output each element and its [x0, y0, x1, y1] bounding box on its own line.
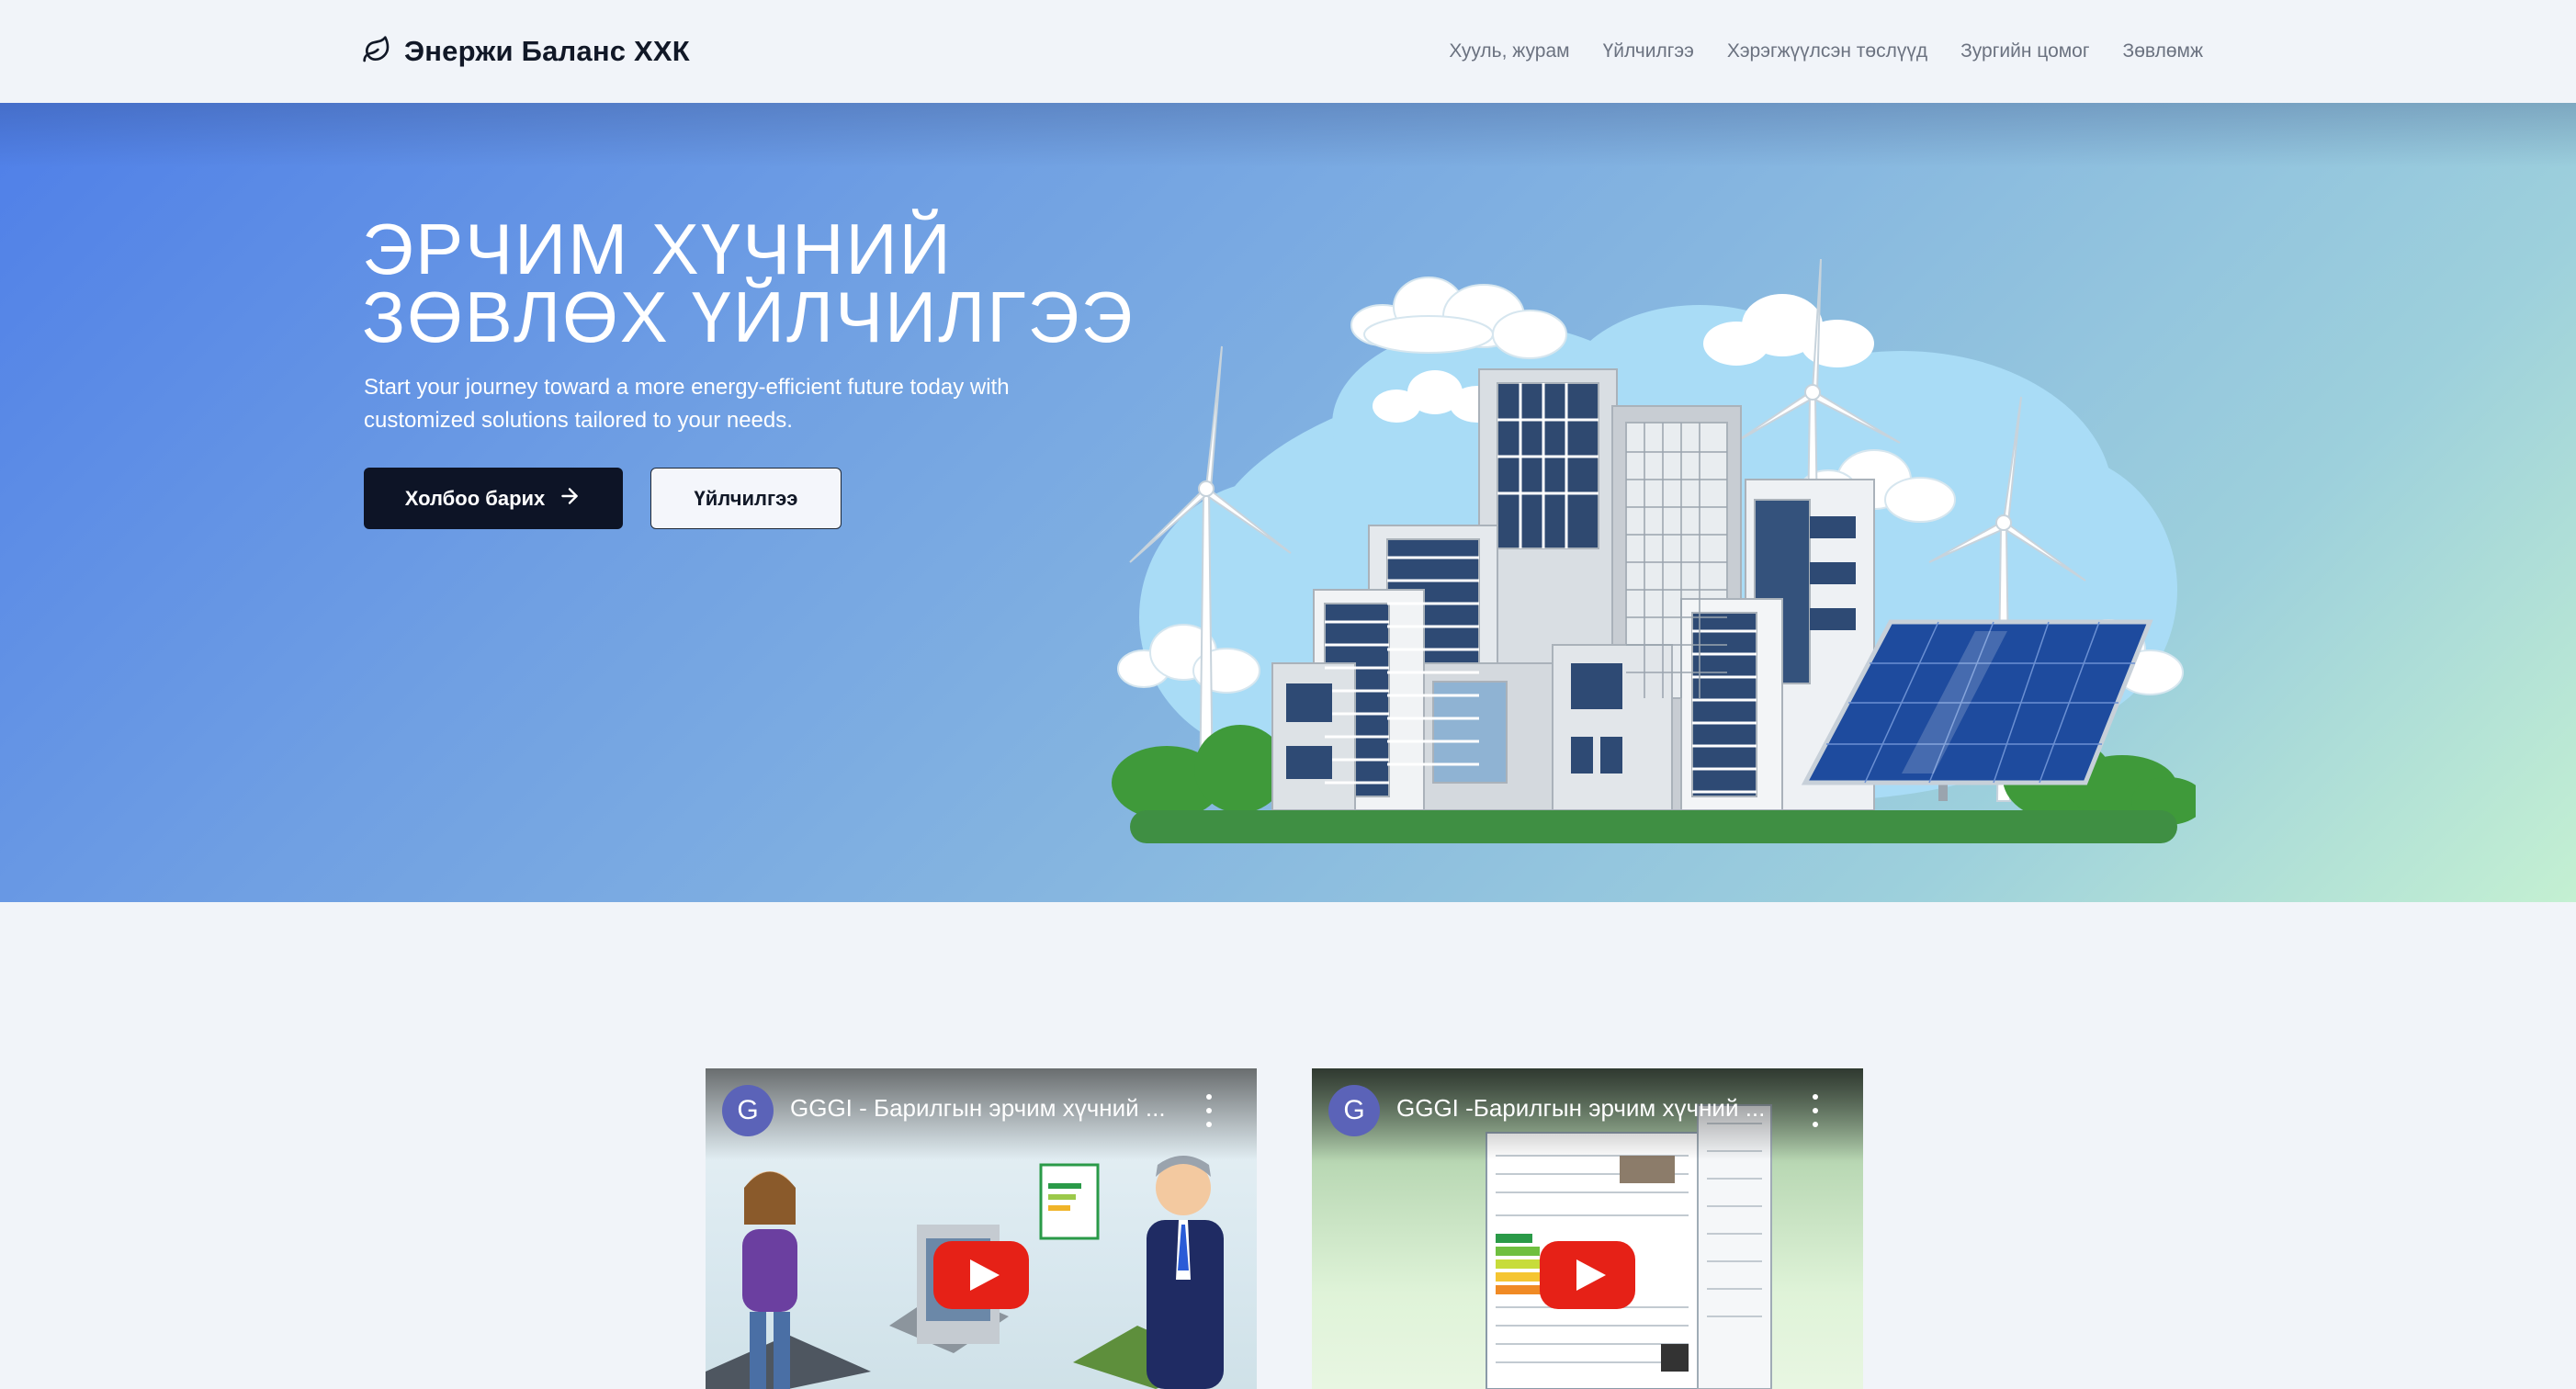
nav-link-laws[interactable]: Хууль, журам: [1449, 40, 1569, 62]
more-vertical-icon[interactable]: [1203, 1094, 1215, 1127]
nav-link-gallery[interactable]: Зургийн цомог: [1960, 40, 2089, 62]
site-header: Энержи Баланс ХХК Хууль, журам Үйлчилгээ…: [0, 0, 2576, 103]
youtube-play-icon[interactable]: [933, 1241, 1029, 1309]
video-2-channel-avatar[interactable]: G: [1328, 1085, 1380, 1136]
hero-section: ЭРЧИМ ХҮЧНИЙ ЗӨВЛӨХ ҮЙЛЧИЛГЭЭ Start your…: [0, 103, 2576, 902]
hero-subtitle: Start your journey toward a more energy-…: [364, 375, 1010, 433]
arrow-right-icon: [558, 484, 582, 514]
video-embed-1[interactable]: G GGGI - Барилгын эрчим хүчний ...: [706, 1068, 1257, 1389]
video-1-title[interactable]: GGGI - Барилгын эрчим хүчний ...: [790, 1094, 1176, 1123]
contact-button[interactable]: Холбоо барих: [364, 468, 623, 529]
video-embed-2[interactable]: G GGGI -Барилгын эрчим хүчний ...: [1312, 1068, 1863, 1389]
ground-strip: [1130, 810, 2177, 843]
nav-link-advice[interactable]: Зөвлөмж: [2123, 40, 2203, 62]
nav-link-services[interactable]: Үйлчилгээ: [1603, 40, 1694, 62]
video-1-channel-avatar[interactable]: G: [722, 1085, 774, 1136]
brand-name: Энержи Баланс ХХК: [404, 35, 690, 67]
hero-top-shadow: [0, 103, 2576, 167]
hero-title: ЭРЧИМ ХҮЧНИЙ ЗӨВЛӨХ ҮЙЛЧИЛГЭЭ: [362, 209, 1189, 357]
youtube-play-icon[interactable]: [1540, 1241, 1635, 1309]
more-vertical-icon[interactable]: [1810, 1094, 1821, 1127]
nav-link-projects[interactable]: Хэрэгжүүлсэн төслүүд: [1727, 40, 1927, 62]
energy-city-illustration: [1112, 259, 2196, 843]
main-nav: Хууль, журам Үйлчилгээ Хэрэгжүүлсэн төсл…: [1449, 33, 2203, 70]
services-button[interactable]: Үйлчилгээ: [650, 468, 842, 529]
video-2-title[interactable]: GGGI -Барилгын эрчим хүчний ...: [1396, 1094, 1782, 1123]
services-button-label: Үйлчилгээ: [694, 486, 798, 510]
leaf-icon: [362, 35, 391, 69]
brand-link[interactable]: Энержи Баланс ХХК: [362, 31, 690, 72]
hero-title-line-1: ЭРЧИМ ХҮЧНИЙ: [362, 209, 953, 289]
hero-title-line-2: ЗӨВЛӨХ ҮЙЛЧИЛГЭЭ: [362, 277, 1135, 357]
contact-button-label: Холбоо барих: [404, 486, 546, 510]
